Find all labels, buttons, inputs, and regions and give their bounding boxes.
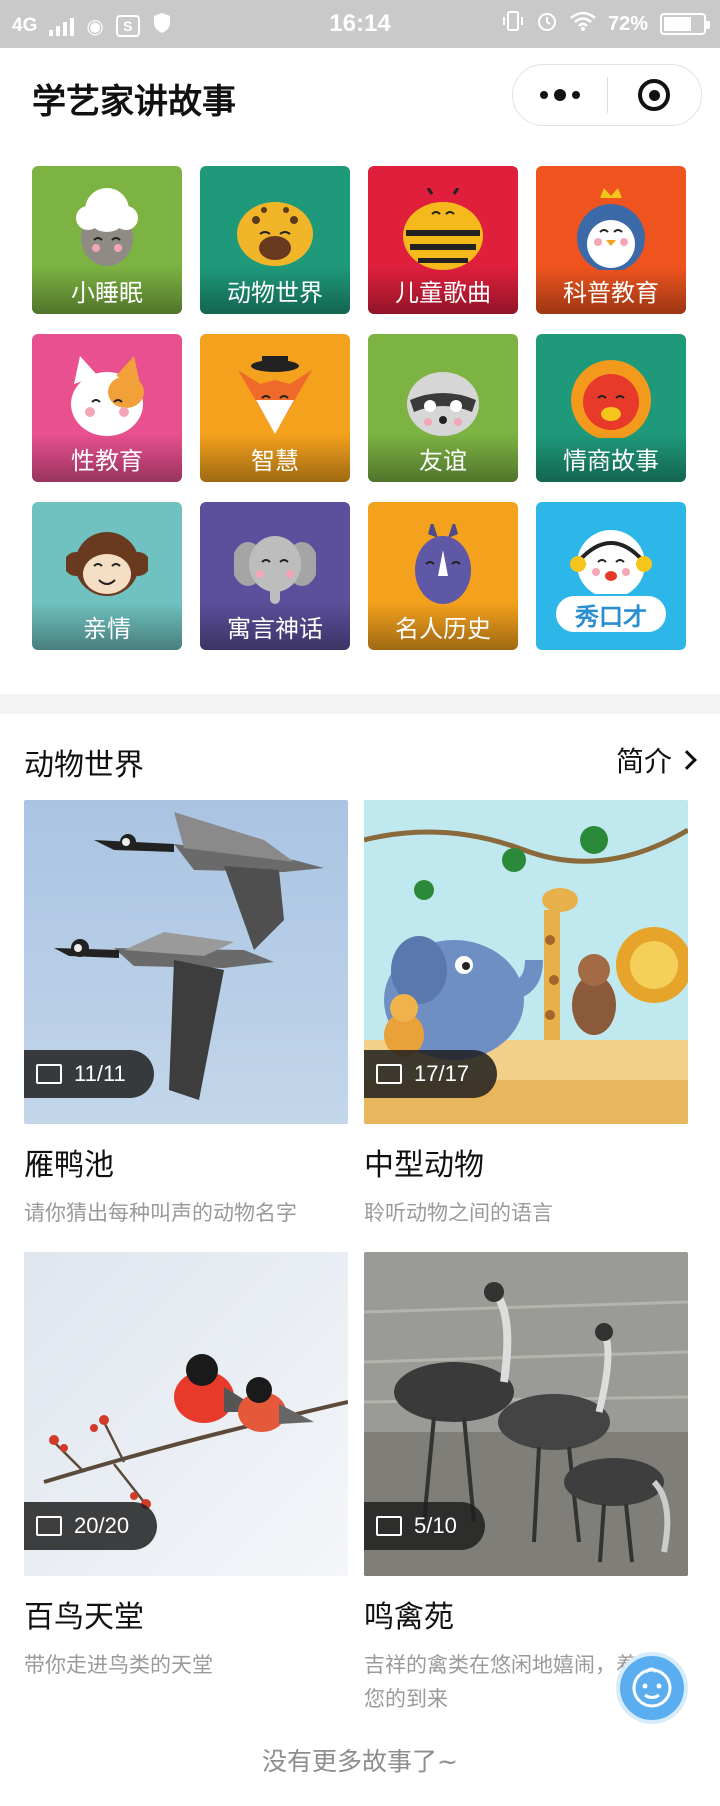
more-button[interactable]: [513, 64, 607, 126]
episode-count-badge: 5/10: [364, 1502, 485, 1550]
story-description: 聆听动物之间的语言: [364, 1201, 553, 1225]
episode-count-badge: 11/11: [24, 1050, 154, 1098]
intro-link-label: 简介: [615, 745, 672, 778]
category-tile[interactable]: 情商故事: [536, 334, 686, 482]
status-bar: 4G ◉ S 16:14 72%: [0, 0, 720, 48]
story-image-bullfinches: 20/20: [24, 1252, 348, 1576]
page-title: 学艺家讲故事: [32, 82, 236, 122]
story-card-4[interactable]: 5/10 鸣禽苑 吉祥的禽类在悠闲地嬉闹，着您的到来: [364, 1252, 688, 1716]
battery-percent: 72%: [607, 12, 648, 35]
battery-icon: [660, 13, 710, 35]
story-description: 带你走进鸟类的天堂: [24, 1653, 213, 1677]
category-tile[interactable]: 寓言神话: [200, 502, 350, 650]
episode-list-icon: [36, 1064, 62, 1084]
story-image-cranes: 5/10: [364, 1252, 688, 1576]
category-label: 情商故事: [563, 447, 659, 475]
category-tile[interactable]: 动物世界: [200, 166, 350, 314]
status-right-group: 72%: [502, 10, 710, 38]
chevron-right-icon: [677, 750, 697, 770]
category-tile[interactable]: 智慧: [200, 334, 350, 482]
episode-count: 17/17: [414, 1061, 470, 1086]
category-tile[interactable]: 儿童歌曲: [368, 166, 518, 314]
category-tile[interactable]: 友谊: [368, 334, 518, 482]
mascot-banner: 秀口才: [554, 594, 668, 634]
elephant-illustration: [234, 536, 316, 604]
episode-count-badge: 20/20: [24, 1502, 158, 1550]
category-tile[interactable]: 性教育: [32, 334, 182, 482]
category-label: 友谊: [419, 447, 467, 475]
no-more-stories-text: 没有更多故事了~: [262, 1747, 458, 1776]
episode-count: 11/11: [74, 1061, 126, 1086]
alarm-icon: [536, 10, 558, 38]
category-label: 寓言神话: [227, 615, 323, 643]
category-label: 科普教育: [563, 279, 659, 307]
category-label: 亲情: [83, 615, 131, 643]
episode-count: 5/10: [414, 1513, 457, 1538]
category-tile[interactable]: 秀口才: [536, 502, 686, 650]
sheep-illustration: [76, 188, 138, 266]
lion-illustration: [571, 360, 651, 438]
story-description: 请你猜出每种叫声的动物名字: [24, 1201, 297, 1225]
story-image-cartoon-animals: 17/17: [364, 800, 688, 1124]
fox-illustration: [238, 356, 312, 434]
episode-list-icon: [376, 1064, 402, 1084]
wifi-icon: [570, 11, 596, 37]
close-button[interactable]: [608, 64, 702, 126]
category-tile[interactable]: 科普教育: [536, 166, 686, 314]
rhino-illustration: [415, 524, 471, 604]
raccoon-illustration: [407, 372, 479, 436]
category-tile[interactable]: 亲情: [32, 502, 182, 650]
category-label: 智慧: [251, 447, 299, 475]
category-label: 小睡眠: [71, 279, 143, 307]
bee-illustration: [403, 188, 483, 270]
story-title: 雁鸭池: [24, 1148, 114, 1183]
story-title: 百鸟天堂: [24, 1600, 144, 1635]
vibrate-icon: [502, 10, 524, 38]
category-label: 动物世界: [227, 279, 323, 307]
category-grid: 小睡眠 动物世界 儿童歌曲 科普教育性教育 智慧 友谊 情商故事亲情 寓言神话 名人历史 秀口才: [32, 166, 688, 650]
category-tile[interactable]: 小睡眠: [32, 166, 182, 314]
story-card-2[interactable]: 17/17 中型动物 聆听动物之间的语言: [364, 800, 688, 1230]
intro-link[interactable]: 简介: [615, 740, 697, 780]
baby-face-icon: [632, 1667, 672, 1708]
episode-count: 20/20: [74, 1513, 130, 1538]
story-card-1[interactable]: 11/11 雁鸭池 请你猜出每种叫声的动物名字: [24, 800, 348, 1230]
nav-bar: 学艺家讲故事: [0, 48, 720, 144]
mini-program-capsule: [512, 64, 702, 126]
target-circle-icon: [638, 79, 671, 111]
penguin-illustration: [577, 188, 645, 270]
monkey-illustration: [66, 532, 148, 596]
story-card-3[interactable]: 20/20 百鸟天堂 带你走进鸟类的天堂: [24, 1252, 348, 1682]
section-divider: [0, 694, 720, 714]
story-title: 中型动物: [364, 1148, 484, 1183]
floating-mascot-button[interactable]: [616, 1652, 688, 1724]
story-image-geese: 11/11: [24, 800, 348, 1124]
episode-list-icon: [36, 1516, 62, 1536]
category-label: 性教育: [71, 447, 143, 475]
episode-list-icon: [376, 1516, 402, 1536]
battery-level: [664, 17, 692, 31]
episode-count-badge: 17/17: [364, 1050, 498, 1098]
category-tile[interactable]: 名人历史: [368, 502, 518, 650]
category-label: 儿童歌曲: [395, 279, 491, 307]
more-dots-icon: [539, 89, 580, 101]
cat-illustration: [71, 356, 144, 436]
story-title: 鸣禽苑: [364, 1600, 454, 1635]
leopard-illustration: [237, 202, 313, 266]
category-label: 名人历史: [395, 615, 491, 643]
section-title: 动物世界: [24, 748, 144, 783]
